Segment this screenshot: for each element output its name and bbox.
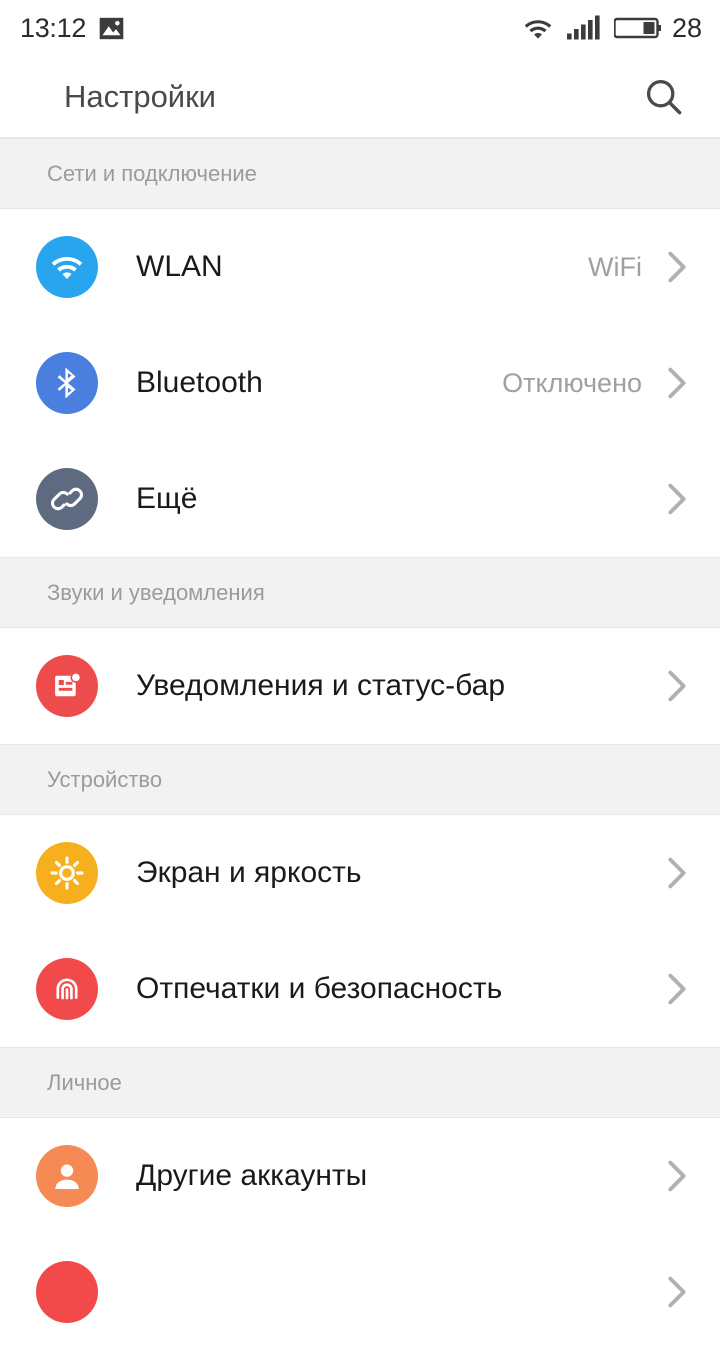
partial-row-icon bbox=[36, 1261, 98, 1323]
chevron-right-icon bbox=[664, 479, 690, 519]
image-icon bbox=[98, 15, 125, 42]
link-icon bbox=[36, 468, 98, 530]
settings-row-label: Bluetooth bbox=[136, 366, 263, 399]
settings-row-label: Экран и яркость bbox=[136, 856, 362, 889]
settings-list: Сети и подключение WLAN WiFi Bluetooth О… bbox=[0, 138, 720, 1350]
chevron-right-icon bbox=[664, 969, 690, 1009]
fingerprint-icon bbox=[36, 958, 98, 1020]
notification-icon bbox=[36, 655, 98, 717]
section-header-label: Личное bbox=[47, 1069, 122, 1095]
status-bar-right: 28 bbox=[522, 13, 702, 44]
section-header: Личное bbox=[0, 1047, 720, 1118]
section-header-label: Устройство bbox=[47, 766, 163, 792]
section-header-label: Сети и подключение bbox=[47, 160, 257, 186]
section-header: Звуки и уведомления bbox=[0, 557, 720, 628]
section-header: Сети и подключение bbox=[0, 138, 720, 209]
settings-row-wlan[interactable]: WLAN WiFi bbox=[0, 209, 720, 325]
battery-level-text: 28 bbox=[671, 12, 702, 43]
settings-row-other-accounts[interactable]: Другие аккаунты bbox=[0, 1118, 720, 1234]
wifi-icon bbox=[522, 15, 554, 41]
settings-row-value: WiFi bbox=[588, 251, 642, 282]
section-header: Устройство bbox=[0, 744, 720, 815]
settings-row-fingerprint-security[interactable]: Отпечатки и безопасность bbox=[0, 931, 720, 1047]
brightness-sun-icon bbox=[36, 842, 98, 904]
settings-row-label: Другие аккаунты bbox=[136, 1159, 368, 1192]
section-header-label: Звуки и уведомления bbox=[47, 579, 265, 605]
settings-row-bluetooth[interactable]: Bluetooth Отключено bbox=[0, 325, 720, 441]
page-title: Настройки bbox=[64, 78, 217, 114]
chevron-right-icon bbox=[664, 363, 690, 403]
status-bar-left: 13:12 bbox=[20, 13, 125, 44]
app-title-bar: Настройки bbox=[0, 56, 720, 138]
battery-icon bbox=[613, 15, 661, 41]
settings-row-display[interactable]: Экран и яркость bbox=[0, 815, 720, 931]
chevron-right-icon bbox=[664, 666, 690, 706]
settings-row-label: Отпечатки и безопасность bbox=[136, 972, 503, 1005]
wifi-icon bbox=[36, 236, 98, 298]
account-person-icon bbox=[36, 1145, 98, 1207]
search-icon[interactable] bbox=[636, 69, 692, 125]
chevron-right-icon bbox=[664, 247, 690, 287]
settings-row-notifications[interactable]: Уведомления и статус-бар bbox=[0, 628, 720, 744]
status-bar: 13:12 28 bbox=[0, 0, 720, 56]
chevron-right-icon bbox=[664, 1156, 690, 1196]
settings-row-more[interactable]: Ещё bbox=[0, 441, 720, 557]
settings-row-value: Отключено bbox=[502, 367, 642, 398]
chevron-right-icon bbox=[664, 853, 690, 893]
settings-row-partial[interactable] bbox=[0, 1234, 720, 1350]
status-clock: 13:12 bbox=[20, 12, 87, 43]
bluetooth-icon bbox=[36, 352, 98, 414]
settings-row-label: Уведомления и статус-бар bbox=[136, 669, 506, 702]
settings-row-label: Ещё bbox=[136, 482, 198, 515]
chevron-right-icon bbox=[664, 1272, 690, 1312]
settings-row-label: WLAN bbox=[136, 250, 223, 283]
cellular-signal-icon bbox=[566, 15, 601, 41]
